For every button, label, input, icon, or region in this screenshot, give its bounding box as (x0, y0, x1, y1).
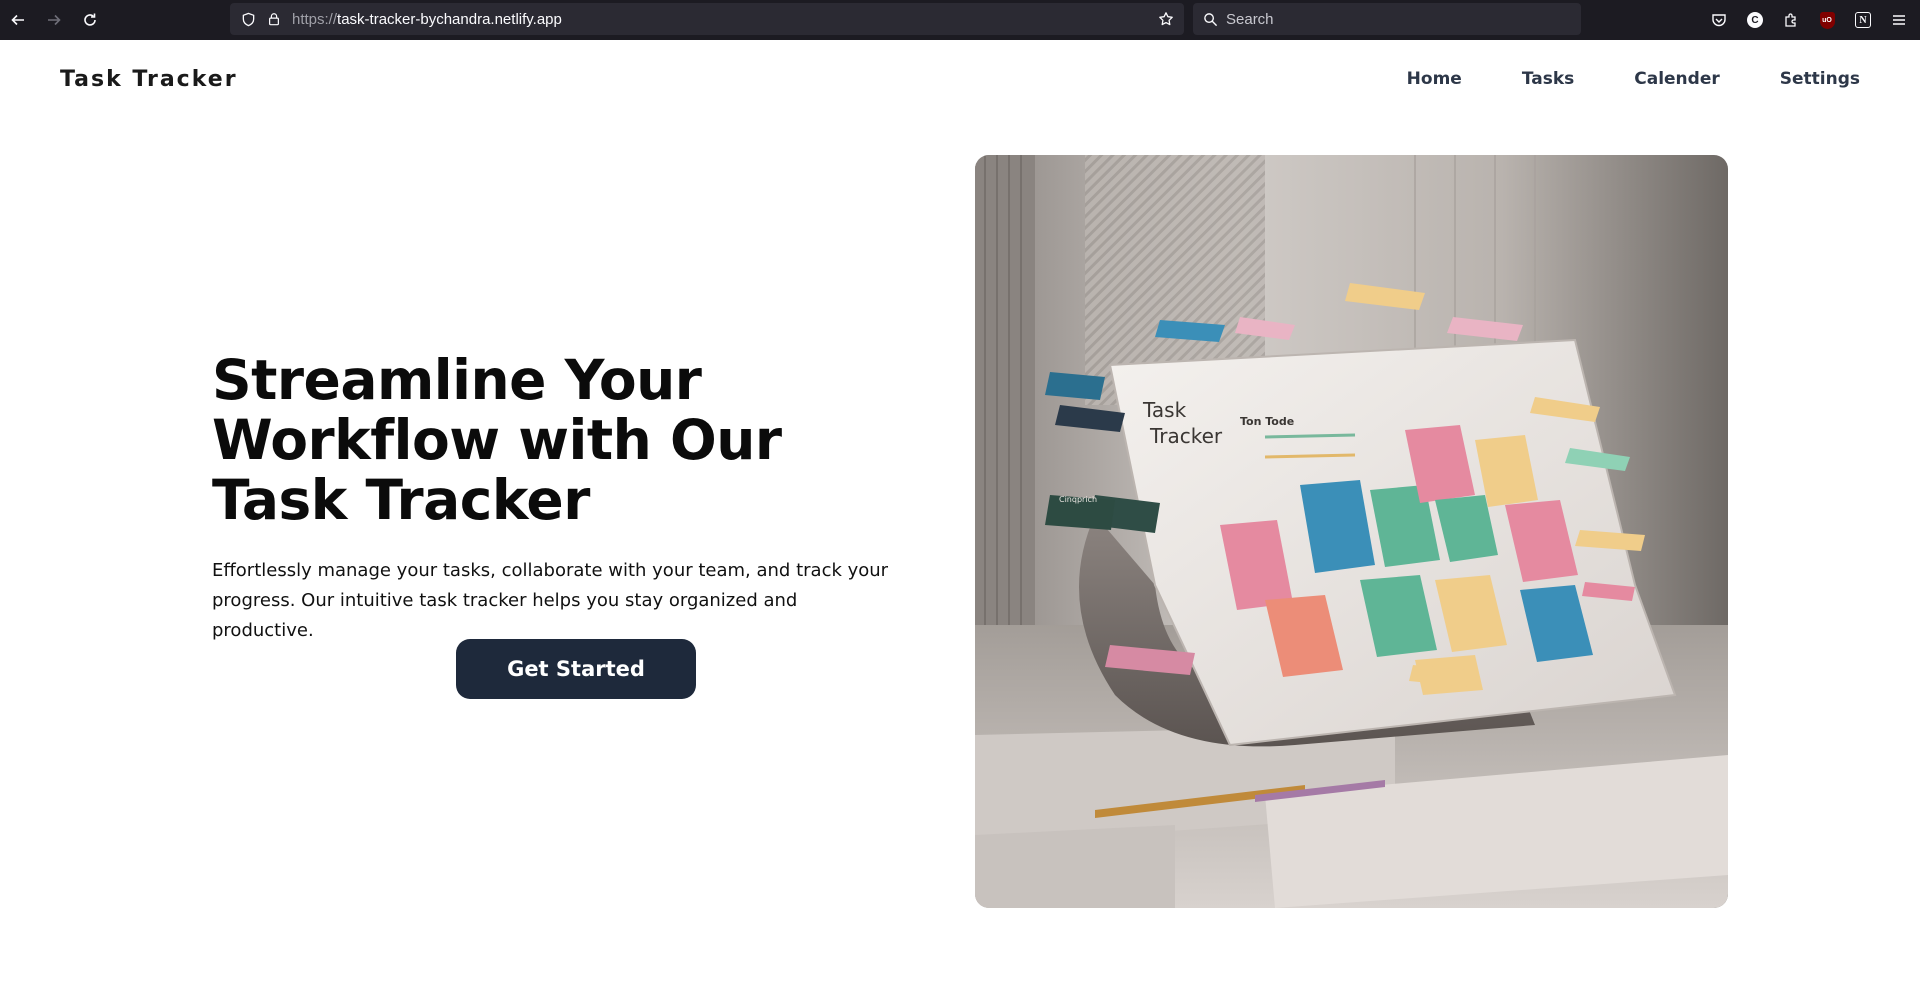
ublock-icon[interactable]: uO (1816, 9, 1838, 31)
address-bar[interactable]: https://task-tracker-bychandra.netlify.a… (230, 3, 1184, 35)
image-todo-heading: Ton Tode (1240, 415, 1294, 428)
hero-section: Streamline Your Workflow with Our Task T… (212, 350, 912, 646)
url-host: task-tracker-bychandra.netlify.app (337, 10, 562, 28)
shield-icon[interactable] (240, 11, 256, 27)
lock-icon[interactable] (266, 11, 282, 27)
browser-toolbar: https://task-tracker-bychandra.netlify.a… (0, 0, 1920, 40)
image-title-line2: Tracker (1149, 424, 1223, 448)
extension-c-icon[interactable]: C (1744, 9, 1766, 31)
arrow-right-icon (48, 14, 61, 26)
url-scheme: https:// (292, 10, 338, 28)
toolbar-icons: C uO N (1708, 0, 1910, 40)
hero-title: Streamline Your Workflow with Our Task T… (212, 348, 782, 532)
nav-settings[interactable]: Settings (1780, 69, 1860, 89)
bookmark-star-icon[interactable] (1158, 11, 1174, 27)
image-badge-label: Cinqprich (1059, 495, 1097, 504)
notion-icon[interactable]: N (1852, 9, 1874, 31)
get-started-button[interactable]: Get Started (456, 639, 696, 699)
extensions-puzzle-icon[interactable] (1780, 9, 1802, 31)
forward-button[interactable] (36, 0, 72, 40)
reload-button[interactable] (72, 0, 108, 40)
site-logo[interactable]: Task Tracker (60, 67, 238, 92)
nav-calender[interactable]: Calender (1634, 69, 1720, 89)
hero-description: Effortlessly manage your tasks, collabor… (212, 560, 889, 641)
hero-illustration: Task Tracker Ton Tode Cinqprich (975, 155, 1728, 908)
search-icon (1203, 12, 1218, 27)
search-input[interactable] (1226, 10, 1566, 28)
pocket-icon[interactable] (1708, 9, 1730, 31)
nav-tasks[interactable]: Tasks (1522, 69, 1574, 89)
url-text: https://task-tracker-bychandra.netlify.a… (292, 11, 1148, 28)
search-bar[interactable] (1193, 3, 1581, 35)
arrow-left-icon (11, 14, 24, 26)
menu-icon[interactable] (1888, 9, 1910, 31)
nav-home[interactable]: Home (1407, 69, 1462, 89)
reload-icon (84, 13, 96, 26)
site-header: Task Tracker Home Tasks Calender Setting… (0, 40, 1920, 118)
back-button[interactable] (0, 0, 36, 40)
main-nav: Home Tasks Calender Settings (1407, 69, 1860, 89)
image-title-line1: Task (1142, 398, 1187, 422)
